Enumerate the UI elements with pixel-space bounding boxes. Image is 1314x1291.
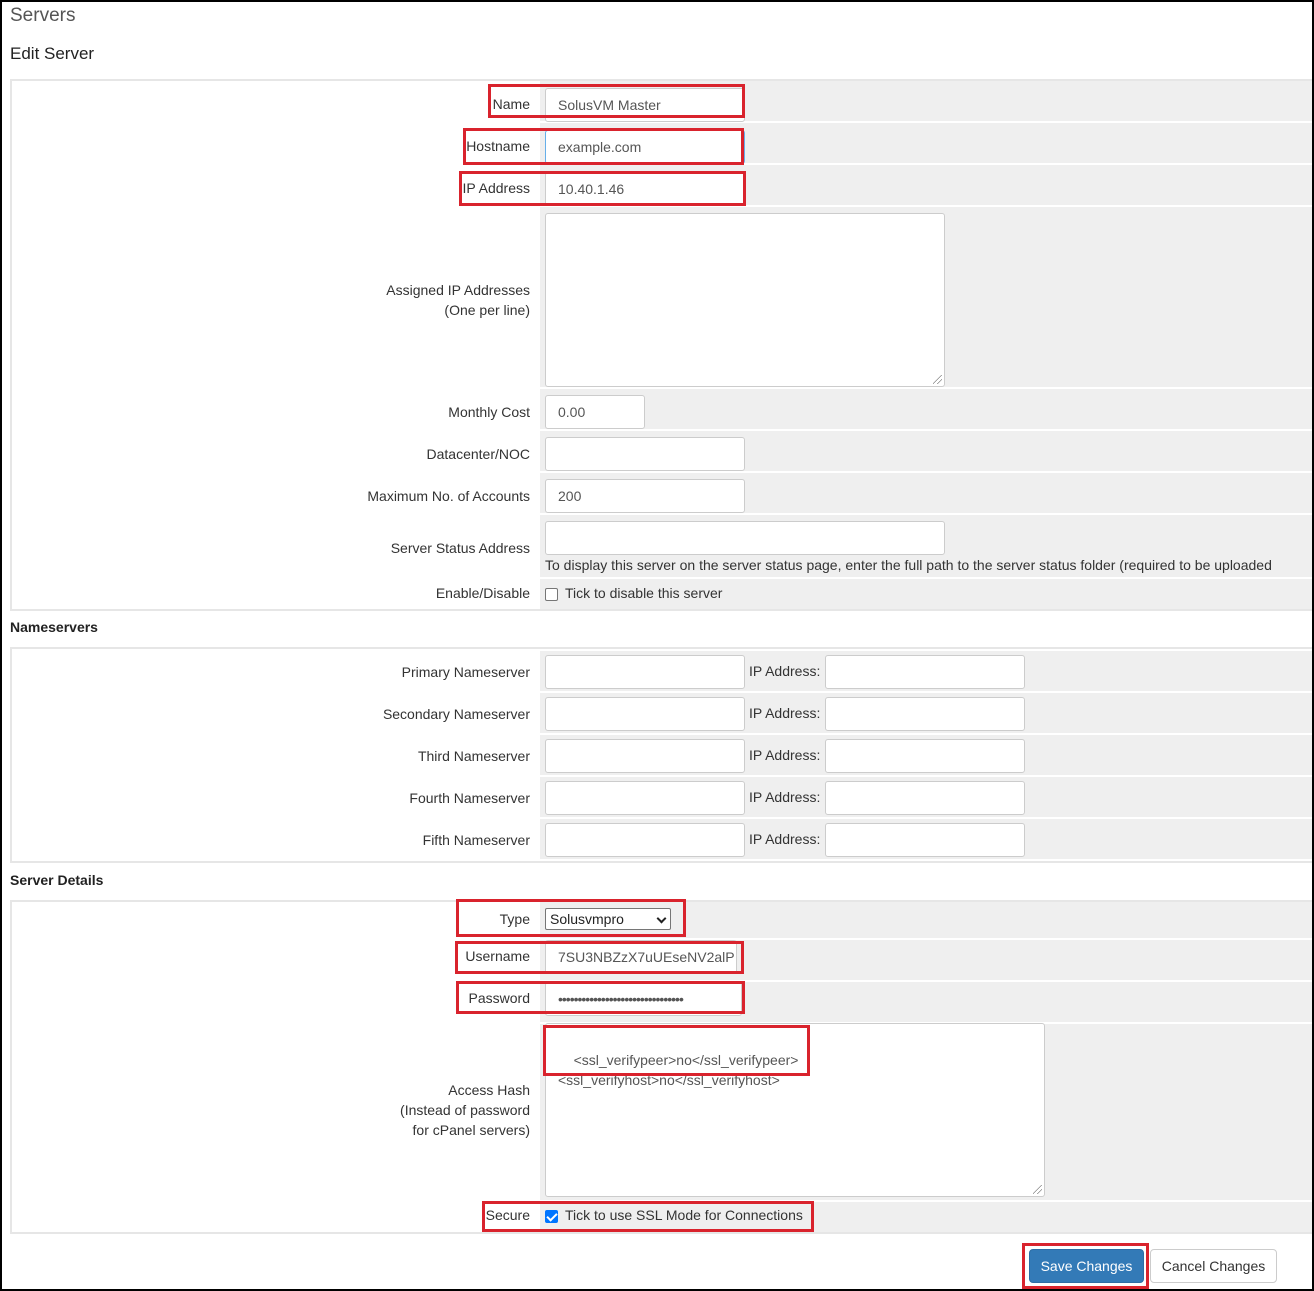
assigned-ips-textarea[interactable] — [545, 213, 945, 387]
secondary-nameserver-input[interactable] — [545, 697, 745, 731]
server-status-input[interactable] — [545, 521, 945, 555]
chevron-down-icon — [656, 913, 667, 924]
page-frame: Servers Edit Server Name SolusVM Master … — [0, 0, 1314, 1291]
secure-ssl-checkbox[interactable] — [545, 1210, 558, 1223]
enable-disable-label: Enable/Disable — [435, 585, 530, 601]
cancel-changes-button[interactable]: Cancel Changes — [1150, 1249, 1277, 1283]
fourth-ip-label: IP Address: — [749, 789, 821, 805]
third-nameserver-input[interactable] — [545, 739, 745, 773]
max-accounts-input[interactable]: 200 — [545, 479, 745, 513]
page-title: Servers — [10, 5, 76, 26]
primary-nameserver-label: Primary Nameserver — [401, 664, 530, 680]
username-input[interactable]: 7SU3NBZzX7uUEseNV2alP — [545, 940, 737, 974]
hostname-label: Hostname — [466, 138, 530, 154]
primary-ip-label: IP Address: — [749, 663, 821, 679]
datacenter-input[interactable] — [545, 437, 745, 471]
primary-ip-input[interactable] — [825, 655, 1025, 689]
monthly-cost-input[interactable]: 0.00 — [545, 395, 645, 429]
disable-server-text: Tick to disable this server — [565, 585, 723, 601]
secondary-ip-label: IP Address: — [749, 705, 821, 721]
fifth-nameserver-label: Fifth Nameserver — [422, 832, 530, 848]
ip-address-label: IP Address — [462, 180, 530, 196]
fourth-nameserver-input[interactable] — [545, 781, 745, 815]
disable-server-checkbox[interactable] — [545, 588, 558, 601]
secondary-ip-input[interactable] — [825, 697, 1025, 731]
third-ip-label: IP Address: — [749, 747, 821, 763]
max-accounts-label: Maximum No. of Accounts — [367, 488, 530, 504]
name-input[interactable]: SolusVM Master — [545, 88, 745, 122]
datacenter-label: Datacenter/NOC — [426, 446, 530, 462]
hostname-input[interactable]: example.com — [545, 130, 745, 164]
page-subtitle: Edit Server — [10, 44, 95, 63]
type-label: Type — [499, 911, 530, 927]
fifth-ip-input[interactable] — [825, 823, 1025, 857]
assigned-ips-sublabel: (One per line) — [444, 302, 530, 318]
type-select[interactable]: Solusvmpro — [545, 908, 671, 930]
server-status-help: To display this server on the server sta… — [545, 557, 1272, 573]
third-nameserver-label: Third Nameserver — [417, 748, 530, 764]
access-hash-sublabel-2: for cPanel servers) — [412, 1122, 530, 1138]
secure-label: Secure — [485, 1207, 530, 1223]
fourth-ip-input[interactable] — [825, 781, 1025, 815]
access-hash-value: <ssl_verifypeer>no</ssl_verifypeer> <ssl… — [558, 1052, 799, 1088]
monthly-cost-label: Monthly Cost — [448, 404, 530, 420]
resize-handle-icon[interactable] — [1033, 1185, 1042, 1194]
nameservers-section-title: Nameservers — [10, 619, 98, 635]
third-ip-input[interactable] — [825, 739, 1025, 773]
username-label: Username — [465, 948, 530, 964]
password-input[interactable]: •••••••••••••••••••••••••••••••• — [545, 982, 742, 1016]
fourth-nameserver-label: Fourth Nameserver — [409, 790, 530, 806]
primary-nameserver-input[interactable] — [545, 655, 745, 689]
type-select-value: Solusvmpro — [550, 911, 624, 927]
ip-address-input[interactable]: 10.40.1.46 — [545, 172, 745, 206]
save-changes-button[interactable]: Save Changes — [1029, 1249, 1144, 1283]
server-status-label: Server Status Address — [390, 540, 530, 556]
password-label: Password — [468, 990, 530, 1006]
fifth-ip-label: IP Address: — [749, 831, 821, 847]
server-details-section-title: Server Details — [10, 872, 104, 888]
secondary-nameserver-label: Secondary Nameserver — [382, 706, 530, 722]
secure-ssl-text: Tick to use SSL Mode for Connections — [565, 1207, 803, 1223]
name-label: Name — [492, 96, 530, 112]
access-hash-sublabel-1: (Instead of password — [400, 1102, 530, 1118]
access-hash-label: Access Hash — [448, 1082, 530, 1098]
assigned-ips-label: Assigned IP Addresses — [386, 282, 530, 298]
resize-handle-icon[interactable] — [933, 375, 942, 384]
access-hash-textarea[interactable]: <ssl_verifypeer>no</ssl_verifypeer> <ssl… — [545, 1023, 1045, 1197]
fifth-nameserver-input[interactable] — [545, 823, 745, 857]
